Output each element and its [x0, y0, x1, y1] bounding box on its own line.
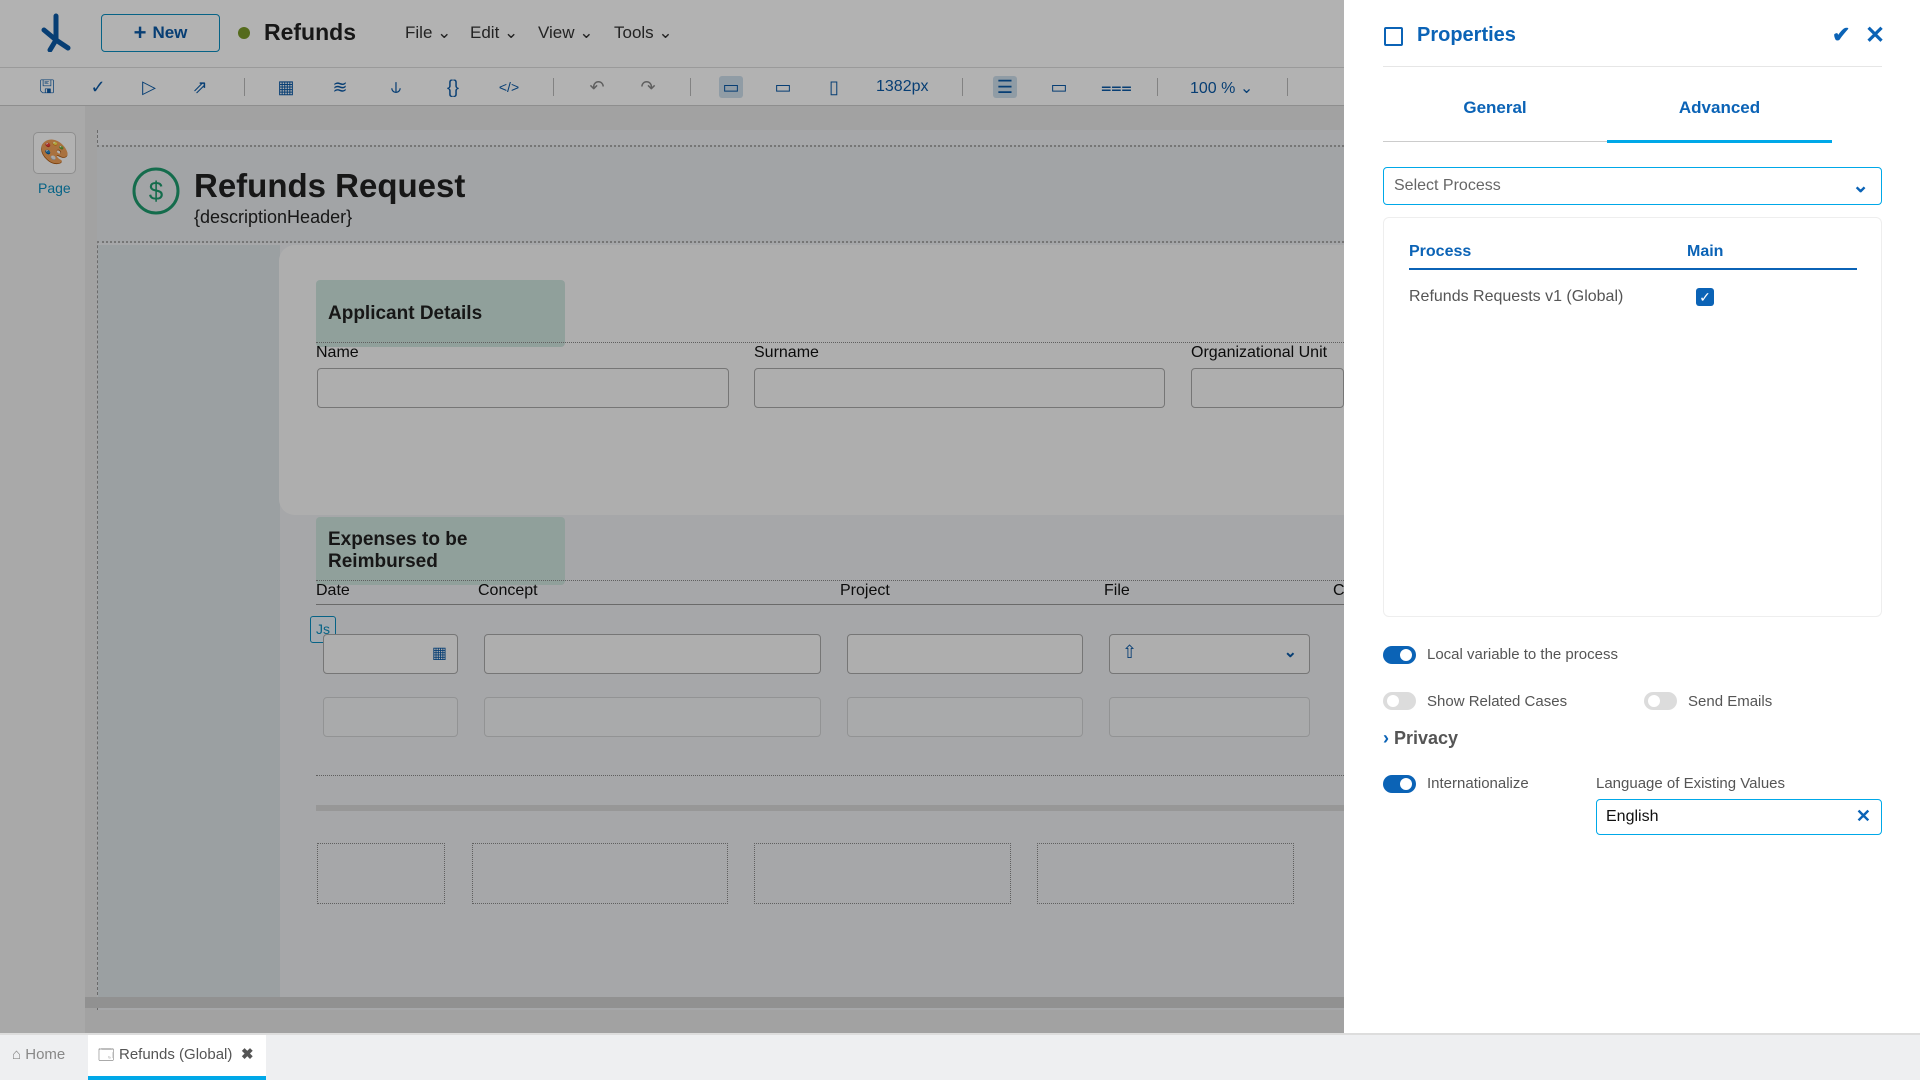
- select-process-dropdown[interactable]: Select Process ⌄: [1383, 167, 1882, 205]
- tab-general[interactable]: General: [1383, 98, 1607, 118]
- form-icon: 🗔: [98, 1047, 115, 1064]
- properties-panel: Properties ✔ ✕ General Advanced Select P…: [1344, 0, 1920, 1033]
- tab-home[interactable]: ⌂ Home: [12, 1046, 65, 1063]
- chevron-down-icon[interactable]: ⌄: [1852, 173, 1869, 198]
- process-row-name: Refunds Requests v1 (Global): [1409, 288, 1624, 305]
- close-icon[interactable]: ✕: [1865, 21, 1885, 50]
- send-emails-toggle[interactable]: [1644, 692, 1677, 710]
- checkbox-icon: [1384, 27, 1403, 46]
- internationalize-label: Internationalize: [1427, 775, 1529, 792]
- tab-label: Refunds (Global): [119, 1046, 233, 1063]
- tab-refunds-global[interactable]: 🗔 Refunds (Global) ✖: [88, 1035, 266, 1080]
- language-value: English: [1606, 808, 1659, 825]
- header-process: Process: [1409, 243, 1472, 260]
- divider: [1383, 66, 1882, 67]
- bottom-tab-bar: ⌂ Home 🗔 Refunds (Global) ✖: [0, 1033, 1920, 1080]
- privacy-section[interactable]: › Privacy: [1383, 728, 1458, 749]
- tab-advanced[interactable]: Advanced: [1607, 98, 1832, 118]
- select-placeholder: Select Process: [1394, 177, 1501, 194]
- modal-overlay: [0, 0, 1344, 1033]
- confirm-icon[interactable]: ✔: [1832, 22, 1850, 48]
- local-variable-toggle[interactable]: [1383, 646, 1416, 664]
- local-variable-label: Local variable to the process: [1427, 646, 1618, 663]
- main-checkbox[interactable]: ✓: [1696, 288, 1714, 306]
- chevron-right-icon: ›: [1383, 728, 1389, 748]
- home-icon: ⌂: [12, 1046, 22, 1063]
- close-tab-icon[interactable]: ✖: [241, 1045, 254, 1063]
- clear-icon[interactable]: ✕: [1856, 806, 1871, 827]
- panel-title: Properties: [1417, 24, 1516, 46]
- show-related-label: Show Related Cases: [1427, 693, 1568, 710]
- header-main: Main: [1687, 243, 1724, 260]
- internationalize-toggle[interactable]: [1383, 775, 1416, 793]
- privacy-label: Privacy: [1394, 728, 1459, 748]
- send-emails-label: Send Emails: [1688, 693, 1773, 710]
- active-tab-indicator: [1607, 140, 1832, 143]
- process-table: Process Main Refunds Requests v1 (Global…: [1383, 217, 1882, 617]
- language-label: Language of Existing Values: [1596, 775, 1786, 792]
- show-related-toggle[interactable]: [1383, 692, 1416, 710]
- language-input[interactable]: English ✕: [1596, 799, 1882, 835]
